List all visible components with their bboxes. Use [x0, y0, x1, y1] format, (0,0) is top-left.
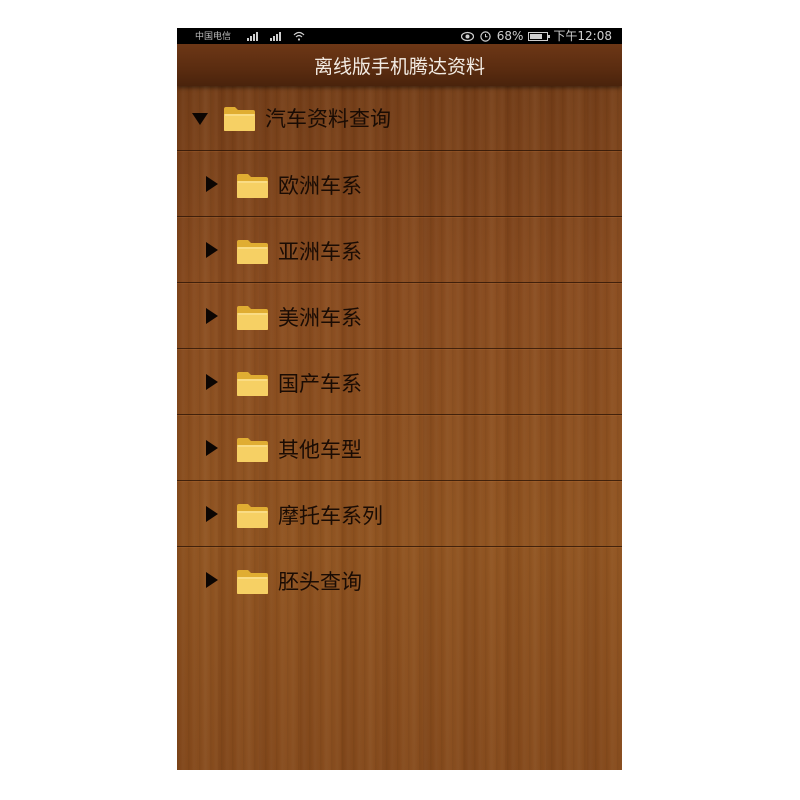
folder-icon — [237, 372, 268, 396]
tree-item[interactable]: 摩托车系列 — [177, 481, 622, 547]
folder-icon — [237, 570, 268, 594]
folder-icon — [237, 306, 268, 330]
expand-arrow-right-icon[interactable] — [206, 440, 218, 456]
alarm-icon — [480, 30, 491, 42]
signal-icon — [247, 31, 265, 41]
tree-item[interactable]: 国产车系 — [177, 349, 622, 415]
status-right: 68% 下午12:08 — [460, 28, 612, 44]
expand-arrow-right-icon[interactable] — [206, 506, 218, 522]
carrier-label: 中国电信 — [195, 32, 232, 42]
battery-percent: 68% — [496, 29, 524, 43]
tree-root-label: 汽车资料查询 — [265, 107, 391, 131]
phone-screen: 中国电信 68% 下午12:08 离线版手机腾达资料 汽车资料查询 欧洲车系 亚… — [177, 28, 622, 770]
folder-icon — [224, 107, 255, 131]
expand-arrow-right-icon[interactable] — [206, 374, 218, 390]
wifi-icon — [293, 31, 305, 41]
page-title: 离线版手机腾达资料 — [177, 44, 622, 86]
tree-root-item[interactable]: 汽车资料查询 — [177, 86, 622, 151]
tree-item[interactable]: 其他车型 — [177, 415, 622, 481]
tree-item-label: 其他车型 — [278, 438, 362, 462]
tree-item-label: 国产车系 — [278, 372, 362, 396]
tree-item-label: 欧洲车系 — [278, 174, 362, 198]
tree-item[interactable]: 亚洲车系 — [177, 217, 622, 283]
expand-arrow-down-icon[interactable] — [192, 113, 208, 125]
clock: 下午12:08 — [553, 29, 612, 43]
tree-item[interactable]: 欧洲车系 — [177, 151, 622, 217]
tree-item-label: 美洲车系 — [278, 306, 362, 330]
folder-icon — [237, 240, 268, 264]
expand-arrow-right-icon[interactable] — [206, 308, 218, 324]
expand-arrow-right-icon[interactable] — [206, 176, 218, 192]
folder-icon — [237, 438, 268, 462]
tree-item[interactable]: 胚头查询 — [177, 547, 622, 612]
expand-arrow-right-icon[interactable] — [206, 572, 218, 588]
signal-icon — [270, 31, 288, 41]
folder-icon — [237, 174, 268, 198]
tree-item[interactable]: 美洲车系 — [177, 283, 622, 349]
tree-item-label: 亚洲车系 — [278, 240, 362, 264]
expand-arrow-right-icon[interactable] — [206, 242, 218, 258]
folder-icon — [237, 504, 268, 528]
tree-item-label: 摩托车系列 — [278, 504, 383, 528]
battery-icon — [528, 31, 551, 41]
status-bar: 中国电信 68% 下午12:08 — [177, 28, 622, 44]
eye-icon — [460, 31, 474, 41]
folder-tree: 汽车资料查询 欧洲车系 亚洲车系 美洲车系 国产车系 其他车型 摩托车系列 胚头… — [177, 86, 622, 612]
tree-item-label: 胚头查询 — [278, 570, 362, 594]
